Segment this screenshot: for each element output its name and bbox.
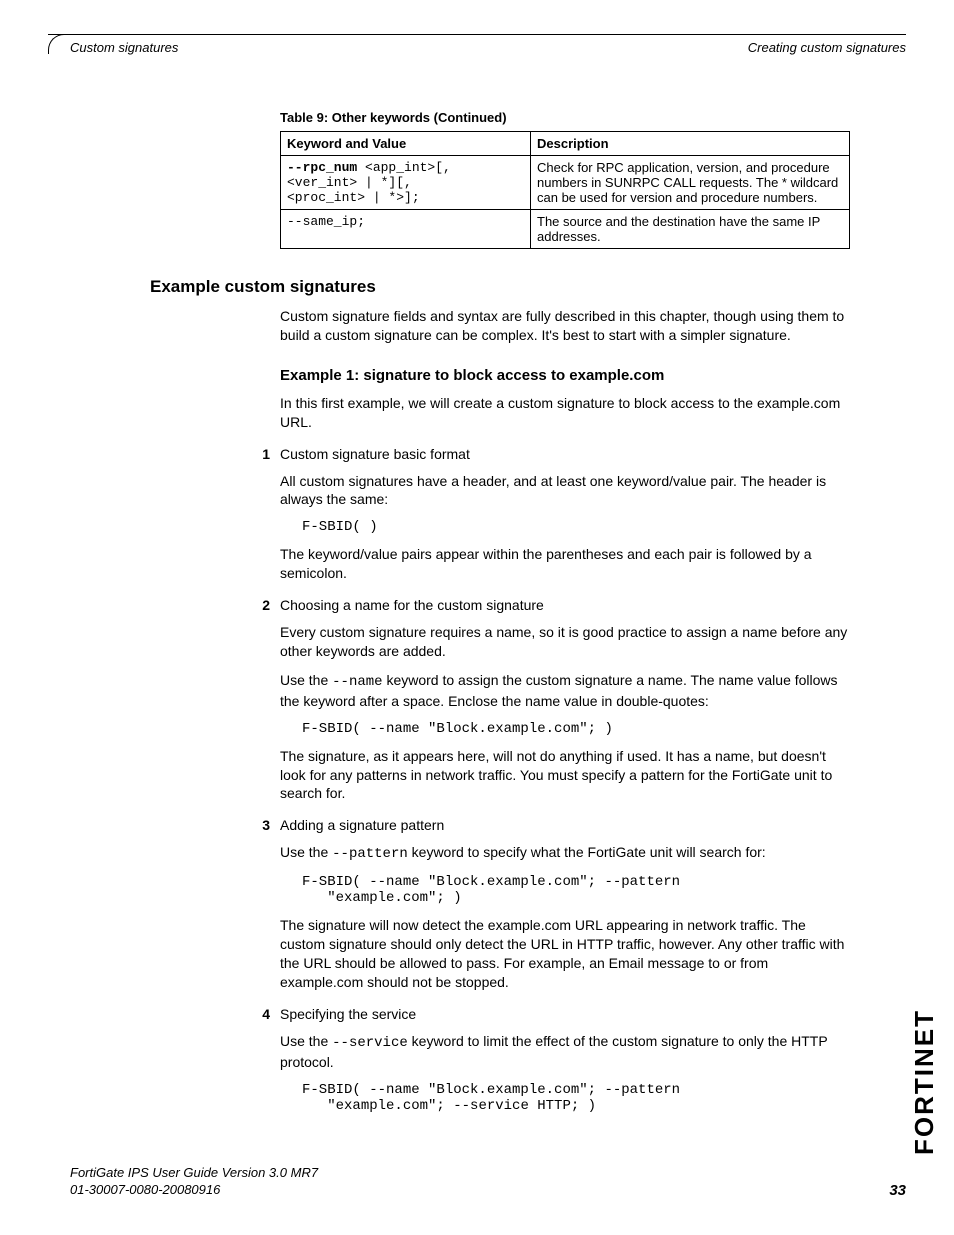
- numbered-step: 2 Choosing a name for the custom signatu…: [70, 597, 894, 613]
- body-text: The signature, as it appears here, will …: [280, 747, 850, 804]
- keyword-text: <ver_int> | *][,: [287, 175, 412, 190]
- table-row: --rpc_num <app_int>[, <ver_int> | *][, <…: [281, 156, 850, 210]
- code-block: F-SBID( --name "Block.example.com"; ): [302, 721, 862, 737]
- footer-left: FortiGate IPS User Guide Version 3.0 MR7…: [70, 1165, 318, 1199]
- body-text: In this first example, we will create a …: [280, 394, 850, 432]
- step-number: 4: [240, 1006, 270, 1022]
- step-number: 2: [240, 597, 270, 613]
- code-block: F-SBID( ): [302, 519, 862, 535]
- keyword-text: <app_int>[,: [357, 160, 451, 175]
- text-span: Use the: [280, 672, 332, 688]
- step-title: Custom signature basic format: [280, 446, 470, 462]
- step-title: Specifying the service: [280, 1006, 416, 1022]
- description-cell: The source and the destination have the …: [531, 210, 850, 249]
- running-header-left: Custom signatures: [70, 40, 178, 55]
- footer-line1: FortiGate IPS User Guide Version 3.0 MR7: [70, 1165, 318, 1180]
- page-number: 33: [889, 1182, 906, 1199]
- text-span: Use the: [280, 1033, 332, 1049]
- table-row: --same_ip; The source and the destinatio…: [281, 210, 850, 249]
- footer-line2: 01-30007-0080-20080916: [70, 1182, 220, 1197]
- body-text: Custom signature fields and syntax are f…: [280, 307, 850, 345]
- text-span: keyword to specify what the FortiGate un…: [408, 844, 766, 860]
- keyword-cell: --same_ip;: [281, 210, 531, 249]
- body-text: The signature will now detect the exampl…: [280, 916, 850, 992]
- corner-decoration: [48, 34, 68, 54]
- numbered-step: 3 Adding a signature pattern: [70, 817, 894, 833]
- keyword-text: <proc_int> | *>];: [287, 190, 420, 205]
- step-title: Choosing a name for the custom signature: [280, 597, 544, 613]
- body-text: All custom signatures have a header, and…: [280, 472, 850, 510]
- fortinet-logo: FORTINET: [909, 1009, 940, 1155]
- numbered-step: 4 Specifying the service: [70, 1006, 894, 1022]
- keywords-table: Keyword and Value Description --rpc_num …: [280, 131, 850, 249]
- step-number: 1: [240, 446, 270, 462]
- description-cell: Check for RPC application, version, and …: [531, 156, 850, 210]
- page-content: Table 9: Other keywords (Continued) Keyw…: [70, 110, 894, 1114]
- body-text: Use the --pattern keyword to specify wha…: [280, 843, 850, 864]
- table-caption: Table 9: Other keywords (Continued): [280, 110, 894, 125]
- section-heading: Example custom signatures: [150, 277, 894, 297]
- table-col-description: Description: [531, 132, 850, 156]
- keyword-bold: --rpc_num: [287, 160, 357, 175]
- inline-code: --pattern: [332, 846, 408, 862]
- step-title: Adding a signature pattern: [280, 817, 444, 833]
- body-text: The keyword/value pairs appear within th…: [280, 545, 850, 583]
- body-text: Every custom signature requires a name, …: [280, 623, 850, 661]
- inline-code: --service: [332, 1035, 408, 1051]
- text-span: Use the: [280, 844, 332, 860]
- table-col-keyword: Keyword and Value: [281, 132, 531, 156]
- keyword-cell: --rpc_num <app_int>[, <ver_int> | *][, <…: [281, 156, 531, 210]
- code-block: F-SBID( --name "Block.example.com"; --pa…: [302, 1082, 862, 1114]
- header-rule: [48, 34, 906, 35]
- inline-code: --name: [332, 674, 382, 690]
- body-text: Use the --service keyword to limit the e…: [280, 1032, 850, 1072]
- running-header-right: Creating custom signatures: [748, 40, 906, 55]
- numbered-step: 1 Custom signature basic format: [70, 446, 894, 462]
- code-block: F-SBID( --name "Block.example.com"; --pa…: [302, 874, 862, 906]
- step-number: 3: [240, 817, 270, 833]
- table-header-row: Keyword and Value Description: [281, 132, 850, 156]
- subsection-heading: Example 1: signature to block access to …: [280, 367, 894, 384]
- body-text: Use the --name keyword to assign the cus…: [280, 671, 850, 711]
